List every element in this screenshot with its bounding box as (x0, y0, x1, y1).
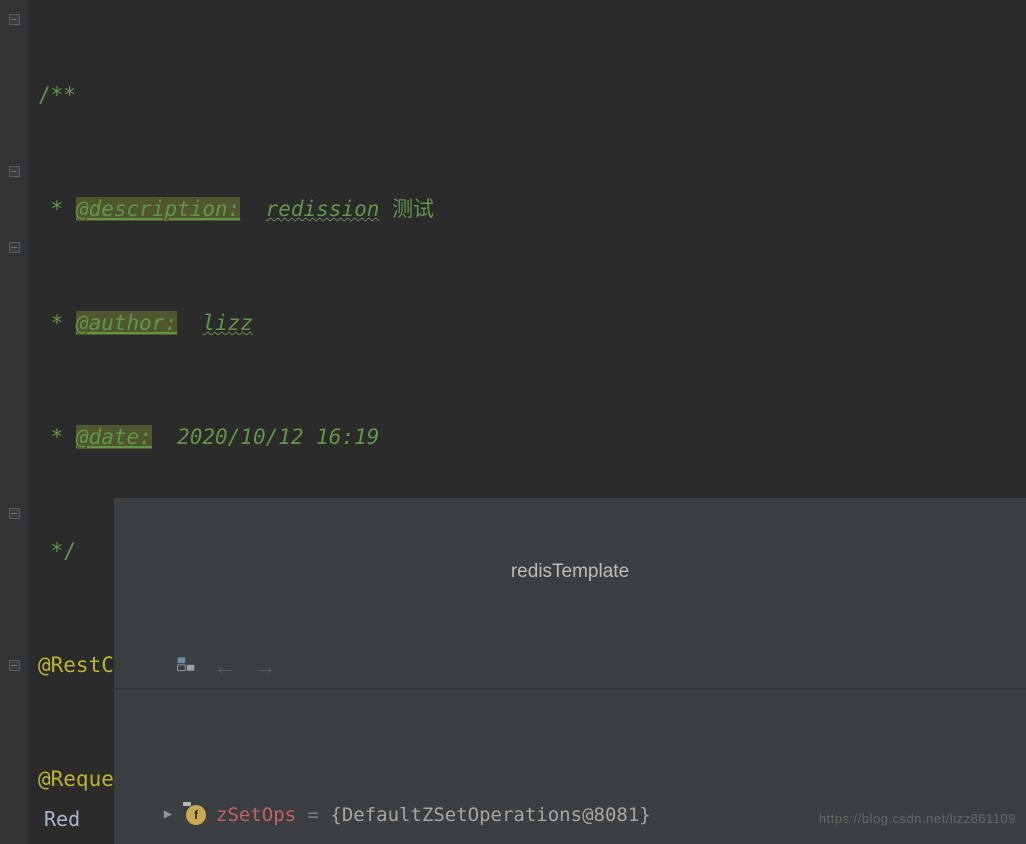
doc-tag-description: @description: (76, 197, 240, 221)
editor-container: − − − − − /** * @description: redission … (0, 0, 1026, 844)
fold-toggle[interactable]: − (0, 494, 28, 532)
fold-toggle[interactable]: − (0, 228, 28, 266)
gutter: − − − − − (0, 0, 28, 844)
fold-toggle[interactable]: − (0, 646, 28, 684)
var-name: zSetOps (216, 804, 296, 826)
popup-toolbar: ← → (114, 647, 1026, 689)
field-icon: f (186, 805, 206, 825)
nav-forward-icon[interactable]: → (254, 652, 276, 683)
tree-row[interactable]: ▶ f zSetOps = {DefaultZSetOperations@808… (114, 798, 1026, 832)
doc-date-value: 2020/10/12 16:19 (177, 425, 379, 449)
code-bottom-stub: Red (44, 800, 80, 838)
doc-description-value: redission (266, 197, 380, 221)
popup-title: redisTemplate (114, 548, 1026, 596)
doc-tag-date: @date: (76, 425, 152, 449)
variable-tree[interactable]: ▶ f zSetOps = {DefaultZSetOperations@808… (114, 739, 1026, 844)
doc-tag-author: @author: (76, 311, 177, 335)
expander-icon[interactable]: ▶ (160, 805, 176, 825)
var-value: {DefaultZSetOperations@8081} (330, 804, 650, 826)
doc-description-suffix: 测试 (392, 197, 434, 221)
fold-toggle[interactable]: − (0, 152, 28, 190)
view-mode-icon[interactable] (126, 628, 196, 706)
doc-end: */ (51, 539, 76, 563)
fold-toggle[interactable]: − (0, 0, 28, 38)
nav-back-icon[interactable]: ← (214, 652, 236, 683)
code-area[interactable]: /** * @description: redission 测试 * @auth… (28, 0, 1026, 844)
doc-author-value: lizz (202, 311, 253, 335)
doc-start: /** (38, 83, 76, 107)
debug-value-popup: redisTemplate ← → ▶ f zSetOps = {Default… (114, 498, 1026, 844)
